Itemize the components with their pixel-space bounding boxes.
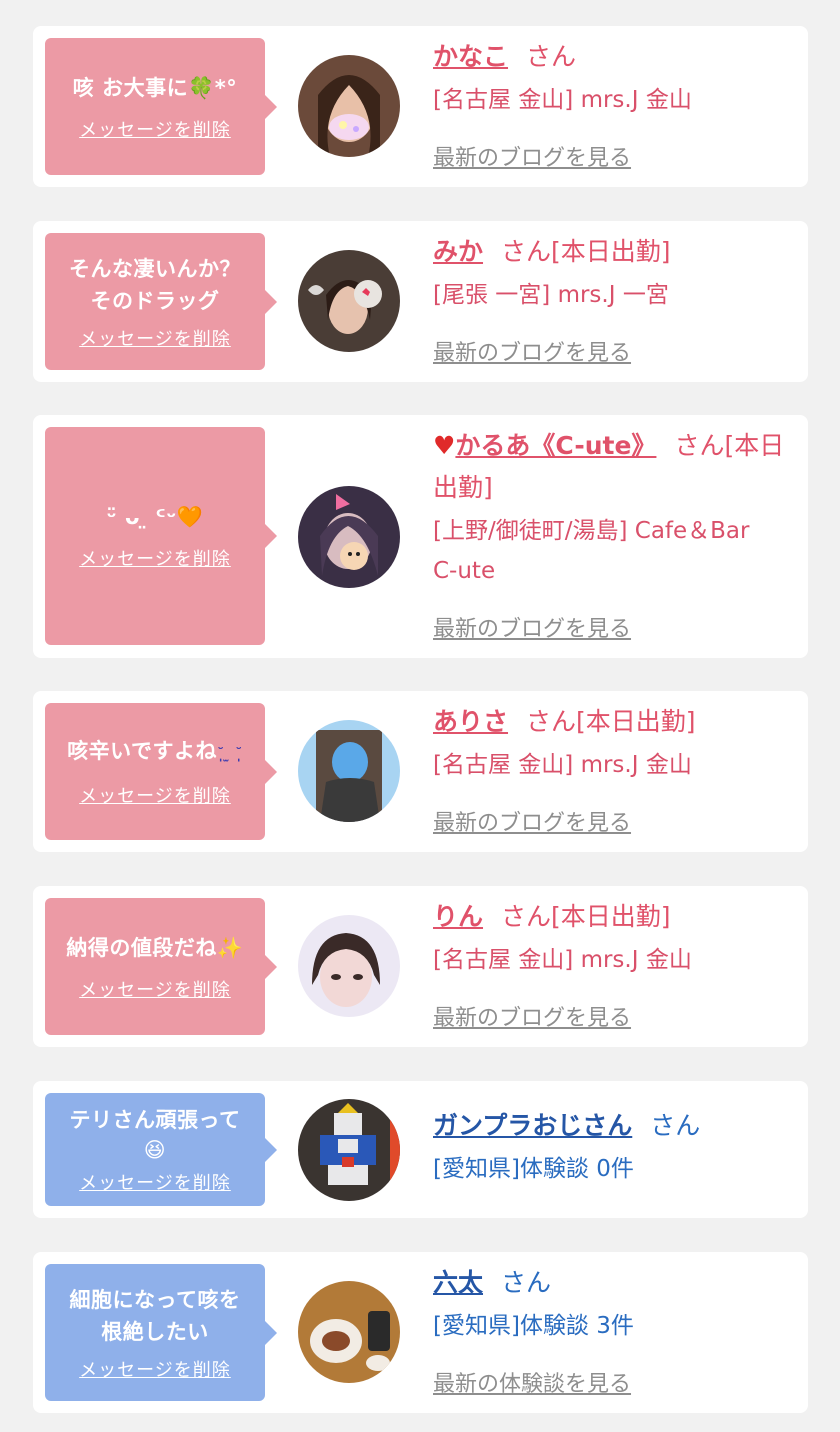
cast-avatar-icon — [298, 55, 400, 157]
avatar[interactable] — [298, 55, 400, 157]
latest-review-link[interactable]: 最新の体験談を見る — [433, 1366, 631, 1398]
avatar[interactable] — [298, 486, 400, 588]
message-list: 咳 お大事に🍀*° メッセージを削除 かなこ さん [名古屋 金山] mrs.J … — [0, 0, 840, 1432]
sender-info: ありさ さん[本日出勤] [名古屋 金山] mrs.J 金山 最新のブログを見る — [433, 701, 793, 841]
sender-info: かなこ さん [名古屋 金山] mrs.J 金山 最新のブログを見る — [433, 36, 793, 176]
message-card: そんな凄いんか？ そのドラッグ メッセージを削除 みか さん[本日出勤] [尾張 … — [33, 221, 808, 382]
sender-name-link[interactable]: ありさ — [433, 707, 508, 736]
food-avatar-icon — [298, 1281, 400, 1383]
sender-info: ♥かるあ《C-ute》 さん[本日 出勤] [上野/御徒町/湯島] Cafe＆Ba… — [433, 425, 793, 650]
clover-emoji-icon: 🍀*° — [188, 75, 238, 100]
message-bubble: ᵕ̈ ᴗ ̤ ᑦᵕ🧡 メッセージを削除 — [45, 427, 277, 645]
shop-label: [名古屋 金山] mrs.J 金山 — [433, 87, 692, 113]
message-bubble: そんな凄いんか？ そのドラッグ メッセージを削除 — [45, 233, 277, 370]
sender-suffix: さん[本日出勤] — [526, 707, 696, 736]
sparkles-icon: ✨ — [216, 935, 244, 960]
delete-message-link[interactable]: メッセージを削除 — [79, 116, 231, 142]
avatar[interactable] — [298, 720, 400, 822]
message-card: 咳辛いですよね˘̩̩ ̫ ˘̩̩ メッセージを削除 ありさ さん[本日出勤] [名… — [33, 691, 808, 852]
delete-message-link[interactable]: メッセージを削除 — [79, 1356, 231, 1382]
heart-icon: ♥ — [433, 431, 456, 460]
avatar[interactable] — [298, 250, 400, 352]
sender-suffix: さん — [526, 42, 577, 71]
message-card: テリさん頑張って 😆 メッセージを削除 ガンプラおじさん さん [愛知県]体験談 … — [33, 1081, 808, 1218]
message-text: 納得の値段だね✨ — [58, 932, 251, 964]
latest-blog-link[interactable]: 最新のブログを見る — [433, 140, 631, 172]
message-card: 納得の値段だね✨ メッセージを削除 りん さん[本日出勤] [名古屋 金山] mr… — [33, 886, 808, 1047]
cast-avatar-icon — [298, 486, 400, 588]
sender-info: ガンプラおじさん さん [愛知県]体験談 0件 — [433, 1105, 793, 1195]
message-text: 咳 お大事に🍀*° — [65, 72, 245, 104]
message-card: ᵕ̈ ᴗ ̤ ᑦᵕ🧡 メッセージを削除 ♥かるあ《C-ute》 さん[本日 出勤]… — [33, 415, 808, 658]
message-bubble: 納得の値段だね✨ メッセージを削除 — [45, 898, 277, 1035]
latest-blog-link[interactable]: 最新のブログを見る — [433, 611, 631, 643]
orange-heart-icon: 🧡 — [176, 505, 204, 529]
latest-blog-link[interactable]: 最新のブログを見る — [433, 1000, 631, 1032]
shop-label: [愛知県]体験談 0件 — [433, 1156, 634, 1182]
sender-suffix: さん[本日出勤] — [501, 902, 671, 931]
delete-message-link[interactable]: メッセージを削除 — [79, 976, 231, 1002]
cast-avatar-icon — [298, 250, 400, 352]
sender-info: みか さん[本日出勤] [尾張 一宮] mrs.J 一宮 最新のブログを見る — [433, 231, 793, 371]
shop-label: [愛知県]体験談 3件 — [433, 1313, 634, 1339]
shop-label: [名古屋 金山] mrs.J 金山 — [433, 752, 692, 778]
sender-info: りん さん[本日出勤] [名古屋 金山] mrs.J 金山 最新のブログを見る — [433, 896, 793, 1036]
sender-name-link[interactable]: ガンプラおじさん — [433, 1111, 632, 1140]
delete-message-link[interactable]: メッセージを削除 — [79, 782, 231, 808]
crying-face-icon: ˘̩̩ ̫ ˘̩̩ — [217, 746, 243, 762]
latest-blog-link[interactable]: 最新のブログを見る — [433, 335, 631, 367]
avatar[interactable] — [298, 1099, 400, 1201]
delete-message-link[interactable]: メッセージを削除 — [79, 1169, 231, 1195]
message-text: ᵕ̈ ᴗ ̤ ᑦᵕ🧡 — [98, 501, 211, 533]
sender-name-link[interactable]: 六太 — [433, 1268, 483, 1297]
delete-message-link[interactable]: メッセージを削除 — [79, 325, 231, 351]
sender-suffix: さん — [501, 1268, 552, 1297]
avatar[interactable] — [298, 915, 400, 1017]
sender-name-link[interactable]: りん — [433, 902, 483, 931]
sender-name-link[interactable]: かるあ《C-ute》 — [455, 431, 656, 460]
sender-suffix: さん — [650, 1111, 701, 1140]
cast-avatar-icon — [298, 720, 400, 822]
delete-message-link[interactable]: メッセージを削除 — [79, 545, 231, 571]
message-text: 細胞になって咳を 根絶したい — [69, 1287, 241, 1344]
message-bubble: 咳辛いですよね˘̩̩ ̫ ˘̩̩ メッセージを削除 — [45, 703, 277, 840]
sender-name-link[interactable]: みか — [433, 237, 483, 266]
message-card: 細胞になって咳を 根絶したい メッセージを削除 六太 さん [愛知県]体験談 3件… — [33, 1252, 808, 1413]
message-bubble: 咳 お大事に🍀*° メッセージを削除 — [45, 38, 277, 175]
message-bubble: テリさん頑張って 😆 メッセージを削除 — [45, 1093, 277, 1206]
message-card: 咳 お大事に🍀*° メッセージを削除 かなこ さん [名古屋 金山] mrs.J … — [33, 26, 808, 187]
message-text: テリさん頑張って 😆 — [69, 1107, 241, 1162]
cast-avatar-icon — [298, 915, 400, 1017]
message-bubble: 細胞になって咳を 根絶したい メッセージを削除 — [45, 1264, 277, 1401]
avatar[interactable] — [298, 1281, 400, 1383]
shop-label: [尾張 一宮] mrs.J 一宮 — [433, 282, 669, 308]
robot-avatar-icon — [298, 1099, 400, 1201]
message-text: そんな凄いんか？ そのドラッグ — [69, 256, 241, 313]
shop-label: [上野/御徒町/湯島] Cafe＆Bar C-ute — [433, 518, 750, 584]
sender-suffix: さん[本日出勤] — [501, 237, 671, 266]
message-text: 咳辛いですよね˘̩̩ ̫ ˘̩̩ — [59, 735, 251, 770]
shop-label: [名古屋 金山] mrs.J 金山 — [433, 947, 692, 973]
sender-name-link[interactable]: かなこ — [433, 42, 508, 71]
latest-blog-link[interactable]: 最新のブログを見る — [433, 805, 631, 837]
sender-info: 六太 さん [愛知県]体験談 3件 最新の体験談を見る — [433, 1262, 793, 1402]
